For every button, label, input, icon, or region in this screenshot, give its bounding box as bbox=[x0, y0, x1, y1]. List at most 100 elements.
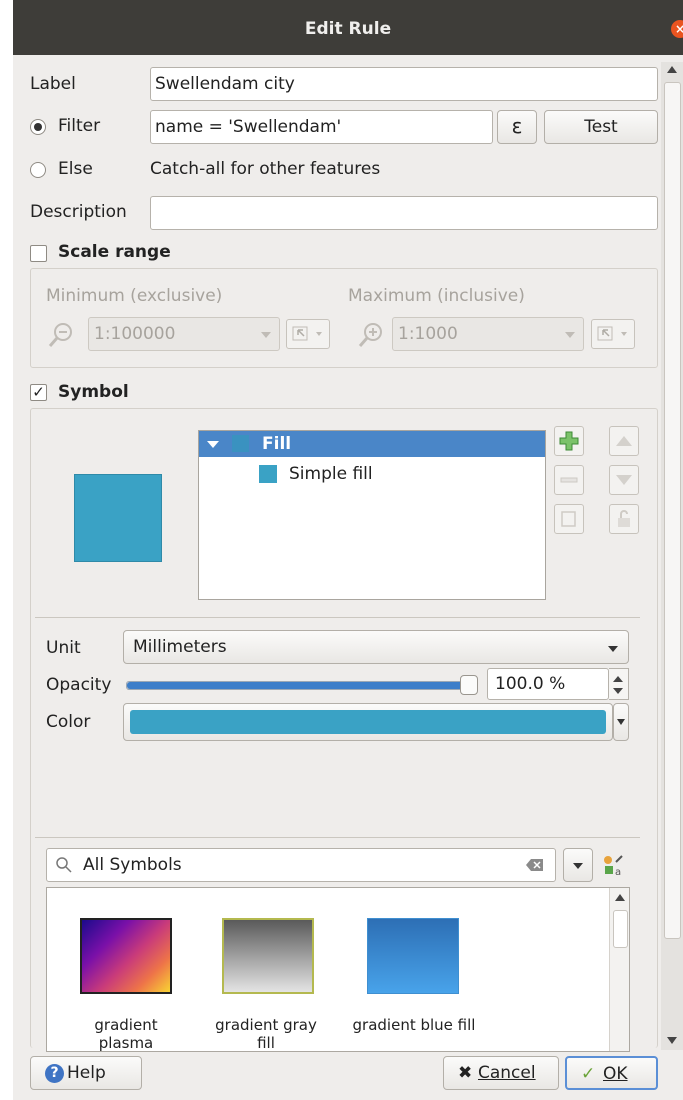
color-menu-button[interactable] bbox=[613, 703, 629, 741]
move-up-button[interactable] bbox=[609, 426, 639, 456]
dialog-title: Edit Rule bbox=[304, 19, 392, 39]
color-button[interactable] bbox=[123, 703, 613, 741]
remove-layer-button[interactable] bbox=[554, 465, 584, 495]
cancel-icon: ✖ bbox=[458, 1063, 473, 1083]
description-caption: Description bbox=[30, 202, 127, 222]
else-radio[interactable] bbox=[30, 162, 46, 178]
scale-range-caption: Scale range bbox=[58, 242, 171, 262]
symbol-label-gradient-blue: gradient blue fill bbox=[347, 1016, 481, 1034]
unit-caption: Unit bbox=[46, 638, 81, 658]
pointer-icon bbox=[292, 326, 322, 341]
clear-icon[interactable] bbox=[526, 858, 544, 872]
arrow-up-icon bbox=[616, 436, 632, 446]
symbol-checkbox[interactable]: ✓ bbox=[30, 384, 47, 401]
help-icon: ? bbox=[45, 1064, 64, 1083]
symbol-filter-dropdown[interactable] bbox=[563, 848, 593, 882]
lock-layer-button[interactable] bbox=[609, 504, 639, 534]
symbol-label-line1: gradient blue fill bbox=[352, 1016, 476, 1034]
test-button[interactable]: Test bbox=[544, 110, 658, 144]
label-caption: Label bbox=[30, 74, 76, 94]
symbol-label-gradient-gray: gradient gray fill bbox=[207, 1016, 325, 1052]
symbol-preview bbox=[74, 474, 162, 562]
filter-caption: Filter bbox=[58, 116, 101, 136]
description-input[interactable] bbox=[150, 196, 658, 230]
filter-expression-input[interactable]: name = 'Swellendam' bbox=[150, 110, 493, 144]
help-button[interactable]: ? Help bbox=[30, 1056, 142, 1090]
layer-label-fill: Fill bbox=[262, 434, 292, 454]
library-scroll-handle[interactable] bbox=[613, 910, 628, 948]
collapse-icon[interactable] bbox=[207, 441, 219, 448]
expression-builder-button[interactable]: ε bbox=[497, 110, 537, 144]
label-input[interactable]: Swellendam city bbox=[150, 67, 658, 101]
checkmark-icon: ✓ bbox=[581, 1064, 596, 1084]
arrow-down-icon bbox=[616, 475, 632, 485]
scroll-up-icon[interactable] bbox=[667, 66, 677, 73]
library-scroll-up-icon[interactable] bbox=[615, 894, 625, 901]
opacity-spinbox[interactable]: 100.0 % bbox=[487, 668, 609, 700]
fill-swatch-icon bbox=[232, 435, 249, 452]
symbol-label-line2: plasma bbox=[98, 1034, 154, 1052]
opacity-spin-buttons[interactable] bbox=[609, 668, 629, 700]
else-description: Catch-all for other features bbox=[150, 159, 381, 179]
ok-button[interactable]: ✓ OK bbox=[565, 1056, 658, 1090]
symbol-layer-tree[interactable]: Fill Simple fill bbox=[198, 430, 546, 600]
svg-text:a: a bbox=[615, 867, 621, 878]
move-down-button[interactable] bbox=[609, 465, 639, 495]
opacity-slider-fill bbox=[127, 682, 469, 689]
cancel-label: Cancel bbox=[478, 1063, 536, 1083]
lock-icon bbox=[618, 510, 630, 527]
dialog-scrollbar[interactable] bbox=[661, 62, 683, 1050]
maximum-scale-caption: Maximum (inclusive) bbox=[348, 286, 525, 306]
library-separator bbox=[35, 837, 640, 838]
unit-combo[interactable]: Millimeters bbox=[123, 630, 629, 664]
layer-label-simple-fill[interactable]: Simple fill bbox=[289, 464, 373, 484]
color-caption: Color bbox=[46, 712, 91, 732]
scrollbar-handle[interactable] bbox=[664, 82, 681, 939]
minimum-scale-caption: Minimum (exclusive) bbox=[46, 286, 223, 306]
add-layer-button[interactable] bbox=[554, 426, 584, 456]
spin-down-icon[interactable] bbox=[613, 688, 623, 694]
spin-up-icon[interactable] bbox=[613, 676, 623, 682]
opacity-caption: Opacity bbox=[46, 675, 112, 695]
opacity-slider-track[interactable] bbox=[126, 681, 478, 690]
gradient-gray-swatch[interactable] bbox=[222, 918, 314, 994]
symbol-search-input[interactable]: All Symbols bbox=[46, 848, 556, 882]
symbol-label-line2: fill bbox=[257, 1034, 275, 1052]
filter-radio[interactable] bbox=[30, 119, 46, 135]
minimum-scale-map-button[interactable] bbox=[286, 319, 330, 349]
opacity-slider-handle[interactable] bbox=[460, 675, 478, 695]
title-bar: Edit Rule × bbox=[13, 0, 683, 55]
else-caption: Else bbox=[58, 159, 93, 179]
symbol-label-gradient-plasma: gradient plasma bbox=[67, 1016, 185, 1052]
scroll-down-icon[interactable] bbox=[667, 1037, 677, 1044]
color-dropdown-icon bbox=[617, 719, 625, 725]
color-swatch bbox=[130, 710, 606, 734]
maximum-scale-map-button[interactable] bbox=[591, 319, 635, 349]
gradient-plasma-swatch[interactable] bbox=[80, 918, 172, 994]
ok-label: OK bbox=[603, 1064, 628, 1084]
maximum-scale-dropdown-icon bbox=[565, 332, 575, 338]
search-icon bbox=[56, 857, 72, 873]
unit-dropdown-icon bbox=[608, 646, 618, 652]
scale-range-checkbox[interactable] bbox=[30, 245, 47, 262]
zoom-out-icon bbox=[48, 323, 72, 347]
minimum-scale-combo[interactable]: 1:100000 bbox=[88, 317, 280, 351]
symbol-separator bbox=[35, 617, 640, 618]
gradient-blue-swatch[interactable] bbox=[367, 918, 459, 994]
plus-icon bbox=[559, 431, 579, 451]
maximum-scale-combo[interactable]: 1:1000 bbox=[392, 317, 584, 351]
epsilon-icon: ε bbox=[511, 114, 523, 138]
close-icon[interactable]: × bbox=[671, 20, 683, 38]
duplicate-icon bbox=[561, 511, 576, 527]
cancel-button[interactable]: ✖ Cancel bbox=[443, 1056, 559, 1090]
symbol-library-list[interactable]: gradient plasma gradient gray fill gradi… bbox=[46, 887, 630, 1052]
layer-row-fill[interactable]: Fill bbox=[199, 431, 545, 457]
zoom-in-icon bbox=[358, 323, 382, 347]
library-scrollbar[interactable] bbox=[609, 888, 629, 1051]
minimum-scale-dropdown-icon bbox=[261, 332, 271, 338]
symbol-label-line1: gradient gray bbox=[215, 1016, 317, 1034]
style-manager-icon[interactable]: a bbox=[602, 854, 626, 878]
duplicate-layer-button[interactable] bbox=[554, 504, 584, 534]
symbol-caption: Symbol bbox=[58, 382, 129, 402]
minus-icon bbox=[560, 477, 578, 483]
